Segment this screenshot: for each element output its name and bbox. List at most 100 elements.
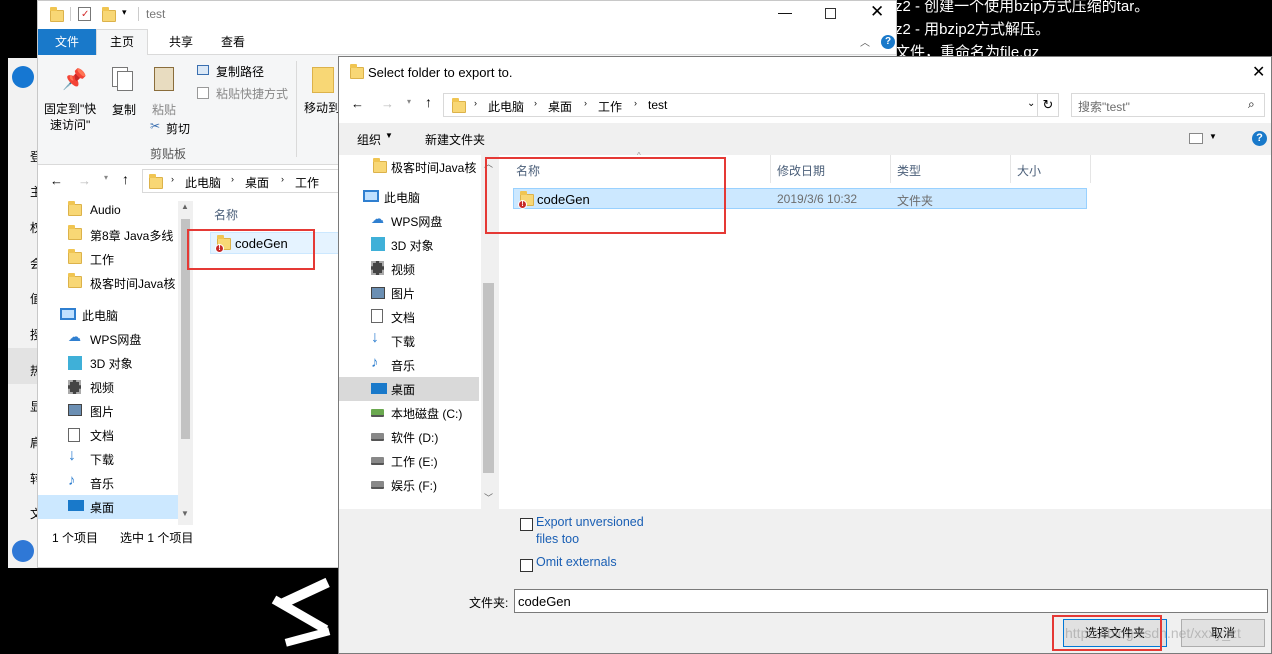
nav-item-desktop[interactable]: 桌面	[38, 495, 178, 519]
help-icon[interactable]: ?	[881, 35, 895, 49]
forward-arrow-icon[interactable]: →	[78, 173, 91, 188]
nav-item-this-pc[interactable]: 此电脑	[38, 303, 178, 327]
organize-button[interactable]: 组织	[357, 131, 381, 148]
nav-item-drive-c[interactable]: 本地磁盘 (C:)	[339, 401, 479, 425]
export-unversioned-checkbox[interactable]	[520, 518, 533, 531]
desktop-icon	[371, 383, 387, 394]
recent-dropdown-icon[interactable]: ▾	[104, 173, 108, 182]
omit-externals-checkbox[interactable]	[520, 559, 533, 572]
nav-item-videos[interactable]: 视频	[38, 375, 178, 399]
maximize-icon[interactable]	[825, 8, 836, 19]
tab-view[interactable]: 查看	[203, 29, 263, 55]
dialog-close-icon[interactable]: ✕	[1252, 62, 1265, 82]
breadcrumb-item[interactable]: 此电脑	[488, 98, 524, 115]
minimize-icon[interactable]: —	[778, 4, 792, 20]
properties-icon[interactable]: ✓	[78, 7, 91, 21]
column-header-size[interactable]: 大小	[1011, 155, 1091, 183]
tab-file[interactable]: 文件	[38, 29, 96, 55]
nav-item-geektime[interactable]: 极客时间Java核	[38, 271, 178, 295]
dialog-title: Select folder to export to.	[368, 65, 513, 80]
music-icon: ♪	[371, 354, 379, 371]
nav-item-wps[interactable]: ☁ WPS网盘	[339, 209, 479, 233]
close-icon[interactable]: ✕	[870, 2, 884, 22]
cloud-icon: ☁	[371, 211, 384, 226]
breadcrumb-item[interactable]: test	[648, 98, 667, 112]
nav-item-this-pc[interactable]: 此电脑	[339, 185, 479, 209]
folder-icon	[350, 64, 364, 79]
help-icon[interactable]: ?	[1252, 131, 1267, 146]
up-arrow-icon[interactable]: ↑	[122, 171, 129, 187]
desktop-icon	[68, 500, 84, 511]
address-dropdown-icon[interactable]: ⌄	[1027, 98, 1035, 109]
folder-icon	[452, 98, 466, 113]
search-placeholder: 搜索"test"	[1078, 100, 1130, 114]
nav-item-audio[interactable]: Audio	[38, 199, 178, 223]
nav-item-geektime[interactable]: 极客时间Java核	[339, 155, 479, 179]
nav-item-3d[interactable]: 3D 对象	[339, 233, 479, 257]
pin-button[interactable]: 📌 固定到"快 速访问"	[40, 57, 104, 139]
nav-item-chapter8[interactable]: 第8章 Java多线	[38, 223, 178, 247]
folder-value: codeGen	[518, 594, 571, 609]
folder-icon	[373, 158, 387, 173]
breadcrumb-item[interactable]: 桌面	[548, 98, 572, 115]
paste-shortcut-button[interactable]: 粘贴快捷方式	[216, 85, 288, 102]
copy-path-button[interactable]: 复制路径	[216, 63, 264, 80]
move-to-button[interactable]: 移动到	[304, 99, 340, 116]
address-bar[interactable]: › 此电脑 › 桌面 › 工作	[142, 169, 342, 193]
new-folder-button[interactable]: 新建文件夹	[425, 131, 485, 148]
omit-externals-label[interactable]: Omit externals	[536, 555, 617, 569]
view-options-icon[interactable]	[1189, 133, 1203, 144]
qq-icon	[12, 66, 34, 88]
new-folder-quick-icon[interactable]	[102, 7, 116, 22]
copy-button[interactable]: 复制	[106, 57, 146, 119]
column-header-name[interactable]: 名称	[214, 206, 238, 223]
view-dropdown-icon[interactable]: ▼	[1209, 132, 1217, 141]
dialog-address-bar[interactable]: › 此电脑 › 桌面 › 工作 › test ⌄	[443, 93, 1057, 117]
organize-dropdown-icon[interactable]: ▼	[385, 131, 393, 140]
breadcrumb-item[interactable]: 桌面	[245, 174, 269, 191]
back-arrow-icon[interactable]: ←	[351, 96, 364, 111]
paste-button[interactable]: 粘贴	[146, 57, 186, 119]
nav-item-drive-e[interactable]: 工作 (E:)	[339, 449, 479, 473]
picture-icon	[371, 287, 385, 299]
explorer-nav-pane: Audio 第8章 Java多线 工作 极客时间Java核 此电脑 ☁ WPS网盘…	[38, 199, 193, 523]
nav-item-wps[interactable]: ☁ WPS网盘	[38, 327, 178, 351]
nav-item-documents[interactable]: 文档	[339, 305, 479, 329]
column-header-date[interactable]: 修改日期	[771, 155, 891, 183]
nav-item-drive-f[interactable]: 娱乐 (F:)	[339, 473, 479, 497]
document-icon	[68, 428, 80, 442]
nav-item-drive-d[interactable]: 软件 (D:)	[339, 425, 479, 449]
cut-button[interactable]: 剪切	[166, 120, 190, 137]
nav-item-downloads[interactable]: ↓ 下载	[339, 329, 479, 353]
back-arrow-icon[interactable]: ←	[50, 173, 63, 188]
nav-item-3d[interactable]: 3D 对象	[38, 351, 178, 375]
breadcrumb-item[interactable]: 工作	[295, 174, 319, 191]
copy-label: 复制	[112, 103, 137, 117]
refresh-icon[interactable]: ↻	[1037, 93, 1059, 117]
nav-item-work[interactable]: 工作	[38, 247, 178, 271]
column-header-type[interactable]: 类型	[891, 155, 1011, 183]
breadcrumb-item[interactable]: 工作	[598, 98, 622, 115]
search-icon: ⌕	[1248, 97, 1255, 111]
search-input[interactable]: 搜索"test" ⌕	[1071, 93, 1265, 117]
export-unversioned-label[interactable]: Export unversioned files too	[536, 514, 644, 548]
folder-input[interactable]: codeGen	[514, 589, 1268, 613]
quick-access-dropdown-icon[interactable]: ▾	[122, 7, 127, 18]
tab-share[interactable]: 共享	[156, 29, 206, 55]
nav-item-music[interactable]: ♪ 音乐	[38, 471, 178, 495]
nav-item-downloads[interactable]: ↓ 下载	[38, 447, 178, 471]
breadcrumb-item[interactable]: 此电脑	[185, 174, 221, 191]
nav-item-pictures[interactable]: 图片	[38, 399, 178, 423]
recent-dropdown-icon[interactable]: ▾	[407, 97, 411, 106]
nav-item-desktop[interactable]: 桌面	[339, 377, 479, 401]
nav-item-pictures[interactable]: 图片	[339, 281, 479, 305]
nav-item-music[interactable]: ♪ 音乐	[339, 353, 479, 377]
nav-item-documents[interactable]: 文档	[38, 423, 178, 447]
up-arrow-icon[interactable]: ↑	[425, 94, 432, 110]
nav-item-videos[interactable]: 视频	[339, 257, 479, 281]
collapse-ribbon-icon[interactable]: ︿	[860, 34, 870, 49]
dragon-art	[270, 577, 340, 654]
tab-home[interactable]: 主页	[96, 29, 148, 56]
forward-arrow-icon[interactable]: →	[381, 96, 394, 111]
folder-icon	[68, 249, 82, 264]
